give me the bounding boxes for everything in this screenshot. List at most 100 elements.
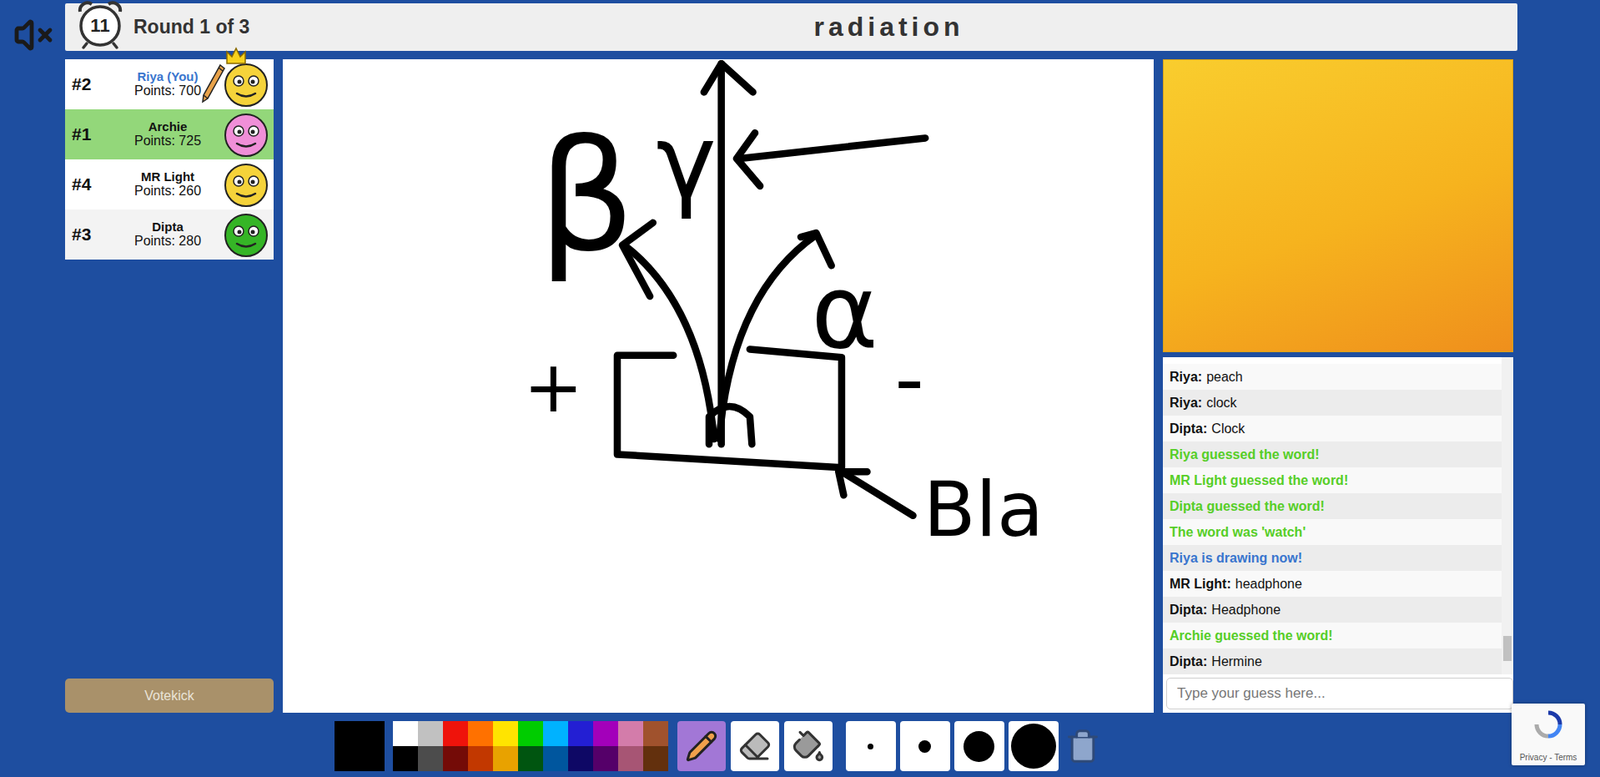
guess-input[interactable] bbox=[1166, 677, 1514, 710]
color-swatch[interactable] bbox=[543, 745, 569, 771]
color-swatch[interactable] bbox=[442, 745, 468, 771]
word-area: radiation bbox=[260, 11, 1518, 43]
message-text: Clock bbox=[1211, 421, 1245, 437]
color-swatch[interactable] bbox=[467, 745, 494, 771]
chat-message: Archie guessed the word! bbox=[1162, 622, 1502, 649]
tool-button[interactable] bbox=[677, 720, 726, 771]
player-rank: #1 bbox=[71, 124, 114, 145]
message-author: Dipta: bbox=[1169, 421, 1208, 437]
game-page: 11Round 1 of 3radiation#2Riya (You)Point… bbox=[0, 0, 1600, 777]
sound-muted-icon[interactable] bbox=[13, 15, 54, 56]
color-palette bbox=[392, 720, 669, 771]
advertisement[interactable] bbox=[1162, 59, 1514, 353]
chat-message: MR Light:headphone bbox=[1162, 570, 1502, 597]
brush-size-dot bbox=[867, 743, 874, 750]
player-name: Dipta bbox=[151, 220, 184, 235]
chat-message: The word was 'watch' bbox=[1162, 518, 1502, 545]
color-swatch[interactable] bbox=[518, 745, 544, 771]
color-swatch[interactable] bbox=[543, 720, 569, 746]
message-text: Headphone bbox=[1211, 602, 1281, 618]
fill-bucket-icon bbox=[791, 729, 826, 763]
player-rank: #4 bbox=[71, 174, 114, 195]
trash-icon bbox=[1064, 727, 1102, 765]
player-name: Riya (You) bbox=[136, 70, 198, 85]
brush-size-dot bbox=[1011, 723, 1057, 769]
color-swatch[interactable] bbox=[493, 745, 519, 771]
message-text: peach bbox=[1206, 369, 1243, 385]
recaptcha-badge[interactable]: Privacy - Terms bbox=[1511, 703, 1585, 765]
timer: 11 bbox=[75, 0, 126, 51]
player-name: MR Light bbox=[140, 170, 195, 185]
message-text: headphone bbox=[1235, 576, 1303, 592]
game-board: #2 Riya (You)Points: 700 #1ArchiePoints: 7… bbox=[65, 59, 1518, 771]
player-rank: #2 bbox=[71, 74, 114, 95]
player-points: Points: 700 bbox=[134, 83, 202, 99]
chat-message: Dipta:Hermine bbox=[1162, 648, 1502, 675]
canvas-label: + bbox=[523, 345, 584, 428]
canvas-label: β bbox=[538, 107, 636, 286]
canvas-label: Bla bbox=[923, 464, 1045, 554]
color-swatch[interactable] bbox=[392, 745, 418, 771]
color-swatch[interactable] bbox=[643, 745, 669, 771]
system-message-text: Dipta guessed the word! bbox=[1169, 498, 1325, 514]
tool-button[interactable] bbox=[730, 720, 780, 771]
color-swatch[interactable] bbox=[417, 745, 443, 771]
recaptcha-logo-icon bbox=[1534, 709, 1563, 739]
right-column: Riya:peachRiya:clockDipta:ClockRiya gues… bbox=[1162, 59, 1514, 713]
color-swatch[interactable] bbox=[593, 720, 619, 746]
canvas-drawing: βγα+-Bla bbox=[282, 59, 1154, 713]
color-swatch[interactable] bbox=[568, 720, 594, 746]
drawing-canvas[interactable]: βγα+-Bla bbox=[282, 59, 1154, 713]
current-color bbox=[334, 720, 385, 771]
brush-size-button[interactable] bbox=[1008, 720, 1059, 771]
brush-size-button[interactable] bbox=[954, 720, 1005, 771]
brush-size-button[interactable] bbox=[900, 720, 951, 771]
player-info: MR LightPoints: 260 bbox=[113, 170, 222, 199]
color-swatch[interactable] bbox=[643, 720, 669, 746]
chat-message: Dipta:Clock bbox=[1162, 415, 1502, 442]
system-message-text: Riya is drawing now! bbox=[1169, 550, 1303, 566]
eraser-icon bbox=[738, 729, 772, 763]
player-row[interactable]: #4MR LightPoints: 260 bbox=[65, 159, 274, 210]
color-swatch[interactable] bbox=[467, 720, 494, 746]
recaptcha-links[interactable]: Privacy - Terms bbox=[1519, 752, 1578, 762]
color-swatch[interactable] bbox=[493, 720, 519, 746]
tool-button[interactable] bbox=[784, 720, 833, 771]
color-swatch[interactable] bbox=[593, 745, 619, 771]
color-swatch[interactable] bbox=[442, 720, 468, 746]
color-swatch[interactable] bbox=[618, 720, 644, 746]
chat-scrollbar[interactable] bbox=[1501, 357, 1514, 675]
player-rank: #3 bbox=[71, 224, 114, 245]
chat-message: Dipta:Headphone bbox=[1162, 596, 1502, 623]
color-swatch[interactable] bbox=[568, 745, 594, 771]
color-swatch[interactable] bbox=[618, 745, 644, 771]
color-swatch[interactable] bbox=[518, 720, 544, 746]
size-group bbox=[845, 720, 1059, 771]
chat-message: Dipta guessed the word! bbox=[1162, 493, 1502, 519]
message-author: Riya: bbox=[1169, 395, 1203, 411]
chat-message: Riya:clock bbox=[1162, 389, 1502, 416]
canvas-label: α bbox=[810, 252, 879, 372]
color-swatch[interactable] bbox=[417, 720, 443, 746]
color-swatch[interactable] bbox=[392, 720, 418, 746]
current-word: radiation bbox=[813, 11, 964, 43]
player-row[interactable]: #3DiptaPoints: 280 bbox=[65, 209, 274, 260]
crown-icon bbox=[225, 46, 247, 66]
chat-panel: Riya:peachRiya:clockDipta:ClockRiya gues… bbox=[1162, 357, 1514, 713]
player-avatar bbox=[221, 210, 271, 259]
clear-button[interactable] bbox=[1062, 720, 1103, 771]
message-text: clock bbox=[1206, 395, 1237, 411]
player-row[interactable]: #2 Riya (You)Points: 700 bbox=[65, 59, 274, 110]
system-message-text: Archie guessed the word! bbox=[1169, 628, 1334, 644]
chat-message: Riya:peach bbox=[1162, 363, 1502, 390]
votekick-button[interactable]: Votekick bbox=[65, 678, 274, 713]
avatar-face-icon bbox=[221, 160, 271, 209]
chat-body: Riya:peachRiya:clockDipta:ClockRiya gues… bbox=[1162, 357, 1514, 675]
player-avatar bbox=[221, 110, 271, 159]
message-author: Riya: bbox=[1169, 369, 1203, 385]
player-row[interactable]: #1ArchiePoints: 725 bbox=[65, 109, 274, 160]
guess-input-wrap bbox=[1162, 674, 1514, 713]
chat-scroll-thumb[interactable] bbox=[1503, 635, 1512, 661]
system-message-text: Riya guessed the word! bbox=[1169, 447, 1320, 463]
brush-size-button[interactable] bbox=[845, 720, 896, 771]
